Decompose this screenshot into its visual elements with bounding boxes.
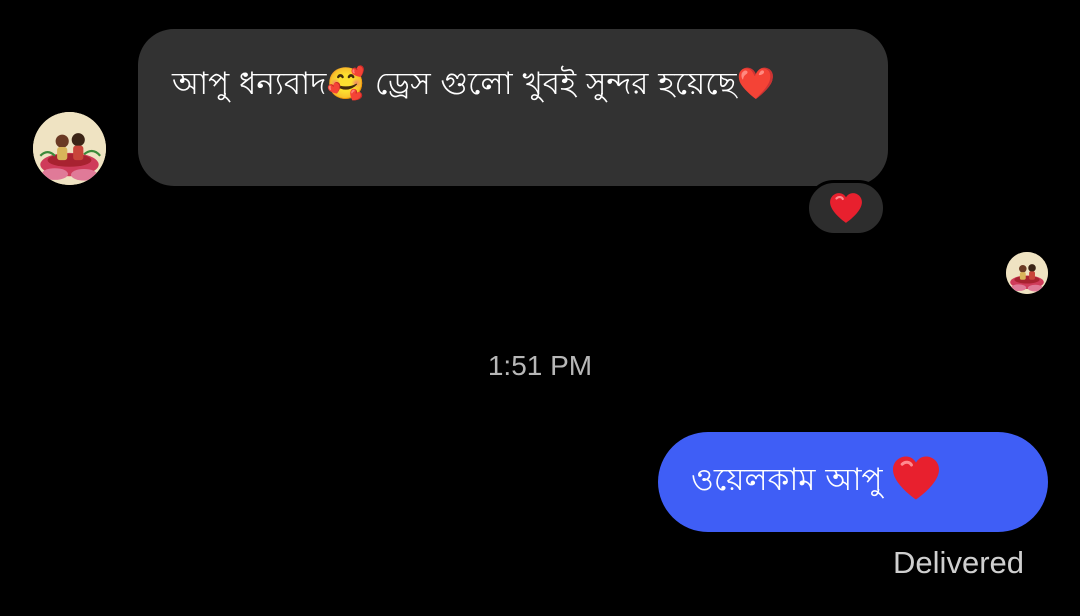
heart-icon xyxy=(830,193,862,223)
delivery-status: Delivered xyxy=(893,545,1024,580)
outgoing-message-text: ওয়েলকাম আপু xyxy=(691,462,883,498)
heart-icon xyxy=(891,455,941,509)
outgoing-message-bubble[interactable]: ওয়েলকাম আপু xyxy=(658,432,1048,532)
incoming-message-text: আপু ধন্যবাদ🥰 ড্রেস গুলো খুবই সুন্দর হয়ে… xyxy=(172,66,776,102)
message-reaction[interactable] xyxy=(806,180,886,236)
seen-avatar xyxy=(1006,252,1048,294)
message-timestamp: 1:51 PM xyxy=(487,350,593,381)
avatar-image xyxy=(33,112,106,185)
sender-avatar[interactable] xyxy=(33,112,106,185)
avatar-image xyxy=(1006,252,1048,294)
incoming-message-bubble[interactable]: আপু ধন্যবাদ🥰 ড্রেস গুলো খুবই সুন্দর হয়ে… xyxy=(138,29,888,186)
